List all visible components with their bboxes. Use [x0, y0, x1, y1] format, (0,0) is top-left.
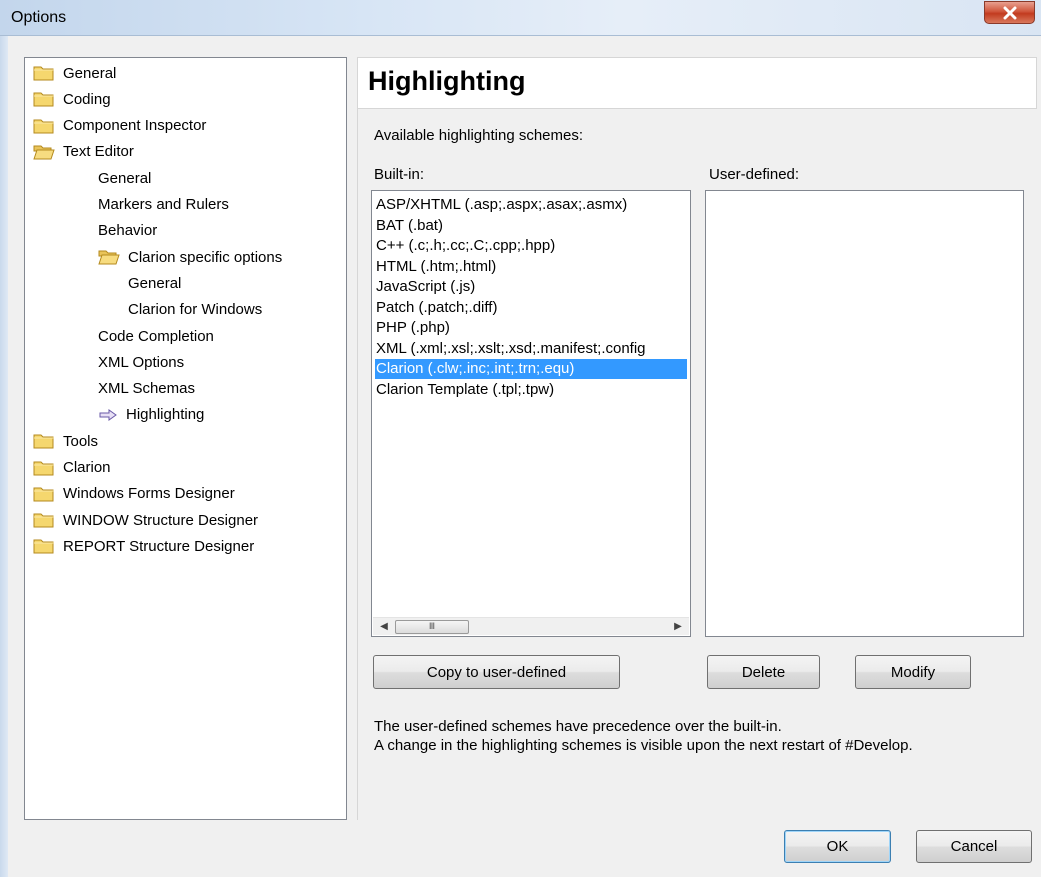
builtin-label: Built-in:	[374, 166, 425, 183]
cancel-button[interactable]: Cancel	[916, 830, 1032, 863]
folder-closed-icon	[33, 486, 55, 502]
tree-item[interactable]: XML Schemas	[98, 376, 195, 402]
tree-item[interactable]: Clarion for Windows	[128, 297, 262, 323]
tree-item[interactable]: Tools	[33, 428, 98, 454]
tree-item-label: WINDOW Structure Designer	[63, 511, 259, 529]
delete-button[interactable]: Delete	[707, 655, 820, 689]
window-title: Options	[11, 9, 67, 26]
tree-item[interactable]: Coding	[33, 86, 111, 112]
tree-item-label: General	[98, 169, 152, 187]
tree-item[interactable]: Behavior	[98, 218, 157, 244]
tree-item-label: Text Editor	[63, 143, 134, 161]
tree-item[interactable]: Clarion	[33, 455, 111, 481]
note-line-2: A change in the highlighting schemes is …	[374, 737, 913, 754]
scroll-left-arrow-icon[interactable]: ◀	[377, 620, 391, 634]
list-item[interactable]: PHP (.php)	[375, 318, 687, 338]
tree-item-label: Windows Forms Designer	[63, 485, 235, 503]
tree-item-label: Markers and Rulers	[98, 196, 229, 213]
page-title: Highlighting	[368, 66, 526, 96]
page-header: Highlighting	[357, 57, 1037, 109]
tree-item-label: XML Schemas	[98, 380, 195, 398]
modify-button[interactable]: Modify	[855, 655, 971, 689]
folder-closed-icon	[33, 118, 55, 134]
tree-item-label: General	[128, 274, 182, 292]
tree-item[interactable]: Markers and Rulers	[98, 192, 229, 218]
tree-item[interactable]: Component Inspector	[33, 113, 206, 139]
tree-item[interactable]: General	[33, 60, 116, 86]
folder-closed-icon	[33, 538, 55, 554]
note-line-1: The user-defined schemes have precedence…	[374, 718, 782, 735]
tree-item[interactable]: REPORT Structure Designer	[33, 533, 254, 559]
tree-item[interactable]: Highlighting	[98, 402, 204, 428]
tree-item-label: Tools	[63, 432, 99, 450]
tree-item[interactable]: Windows Forms Designer	[33, 481, 235, 507]
tree-item-label: Coding	[63, 90, 111, 108]
list-item[interactable]: C++ (.c;.h;.cc;.C;.cpp;.hpp)	[375, 236, 687, 256]
tree-item-label: Code Completion	[98, 327, 214, 345]
folder-closed-icon	[33, 433, 55, 449]
scroll-thumb[interactable]: Ⅲ	[395, 620, 469, 634]
ok-button[interactable]: OK	[784, 830, 891, 863]
tree-item-label: Clarion specific options	[128, 248, 283, 266]
arrow-right-icon	[98, 408, 118, 422]
folder-closed-icon	[33, 460, 55, 476]
tree-item[interactable]: General	[98, 165, 151, 191]
tree-item-label: REPORT Structure Designer	[63, 537, 255, 555]
userdefined-label: User-defined:	[709, 166, 800, 183]
tree-item-label: Behavior	[98, 222, 158, 240]
list-item[interactable]: Patch (.patch;.diff)	[375, 298, 687, 318]
copy-to-user-defined-button[interactable]: Copy to user-defined	[373, 655, 620, 689]
tree-item-label: XML Options	[98, 353, 185, 371]
folder-open-icon	[33, 144, 55, 160]
list-item[interactable]: Clarion Template (.tpl;.tpw)	[375, 380, 687, 400]
tree-item-label: Clarion for Windows	[128, 301, 263, 319]
notes: The user-defined schemes have precedence…	[374, 717, 913, 755]
close-icon	[1003, 6, 1016, 19]
tree-item[interactable]: Clarion specific options	[98, 244, 282, 270]
list-item[interactable]: HTML (.htm;.html)	[375, 257, 687, 277]
title-bar: Options	[0, 0, 1041, 36]
scroll-right-arrow-icon[interactable]: ▶	[671, 620, 685, 634]
folder-closed-icon	[33, 65, 55, 81]
builtin-list-hscrollbar[interactable]: ◀ Ⅲ ▶	[373, 617, 689, 635]
list-item[interactable]: JavaScript (.js)	[375, 277, 687, 297]
tree-item-label: Component Inspector	[63, 117, 207, 135]
tree-item-label: General	[63, 64, 117, 82]
tree-item[interactable]: Code Completion	[98, 323, 214, 349]
folder-open-icon	[98, 249, 120, 265]
folder-closed-icon	[33, 91, 55, 107]
available-schemes-label: Available highlighting schemes:	[374, 127, 584, 144]
close-button[interactable]	[984, 1, 1035, 24]
userdefined-schemes-list[interactable]	[705, 190, 1024, 637]
tree-item[interactable]: Text Editor	[33, 139, 134, 165]
list-item[interactable]: Clarion (.clw;.inc;.int;.trn;.equ)	[375, 359, 687, 379]
tree-item[interactable]: XML Options	[98, 349, 184, 375]
list-item[interactable]: ASP/XHTML (.asp;.aspx;.asax;.asmx)	[375, 195, 687, 215]
folder-closed-icon	[33, 512, 55, 528]
tree-item[interactable]: General	[128, 270, 181, 296]
list-item[interactable]: BAT (.bat)	[375, 216, 687, 236]
tree-item[interactable]: WINDOW Structure Designer	[33, 507, 258, 533]
window-frame-left	[0, 36, 8, 877]
list-item[interactable]: XML (.xml;.xsl;.xslt;.xsd;.manifest;.con…	[375, 339, 687, 359]
tree-item-label: Highlighting	[126, 406, 205, 424]
tree-item-label: Clarion	[63, 459, 111, 476]
builtin-schemes-list[interactable]: ◀ Ⅲ ▶ ASP/XHTML (.asp;.aspx;.asax;.asmx)…	[371, 190, 691, 637]
options-tree[interactable]: General Coding Component Inspector Text Edi…	[24, 57, 347, 820]
